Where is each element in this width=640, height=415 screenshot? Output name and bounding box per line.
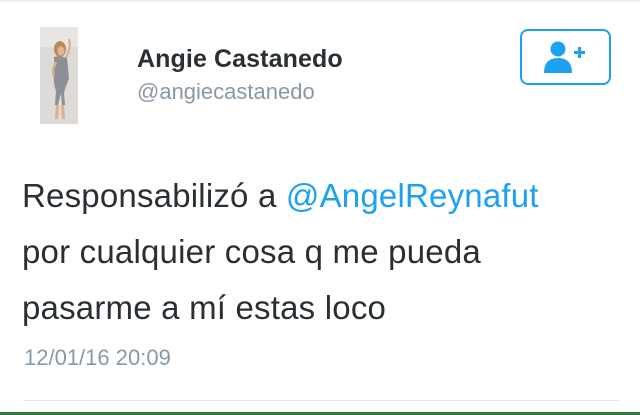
mention-link[interactable]: @AngelReynafut [286, 177, 539, 214]
tweet-text: Responsabilizó a @AngelReynafut por cual… [22, 168, 622, 336]
user-handle[interactable]: @angiecastanedo [137, 79, 315, 105]
display-name[interactable]: Angie Castanedo [137, 45, 343, 74]
tweet-text-prefix: Responsabilizó a [22, 177, 286, 214]
avatar-photo [40, 27, 78, 124]
follow-user-plus-icon [543, 41, 585, 73]
follow-button[interactable] [520, 29, 611, 85]
tweet-timestamp[interactable]: 12/01/16 20:09 [24, 345, 171, 371]
tweet-text-line-3: pasarme a mí estas loco [22, 289, 387, 326]
tweet-text-line-1: Responsabilizó a @AngelReynafut [22, 168, 622, 224]
bottom-divider [24, 400, 620, 401]
top-edge [0, 0, 640, 2]
avatar[interactable] [40, 27, 78, 124]
tweet-text-line-2: por cualquier cosa q me pueda [22, 233, 481, 270]
